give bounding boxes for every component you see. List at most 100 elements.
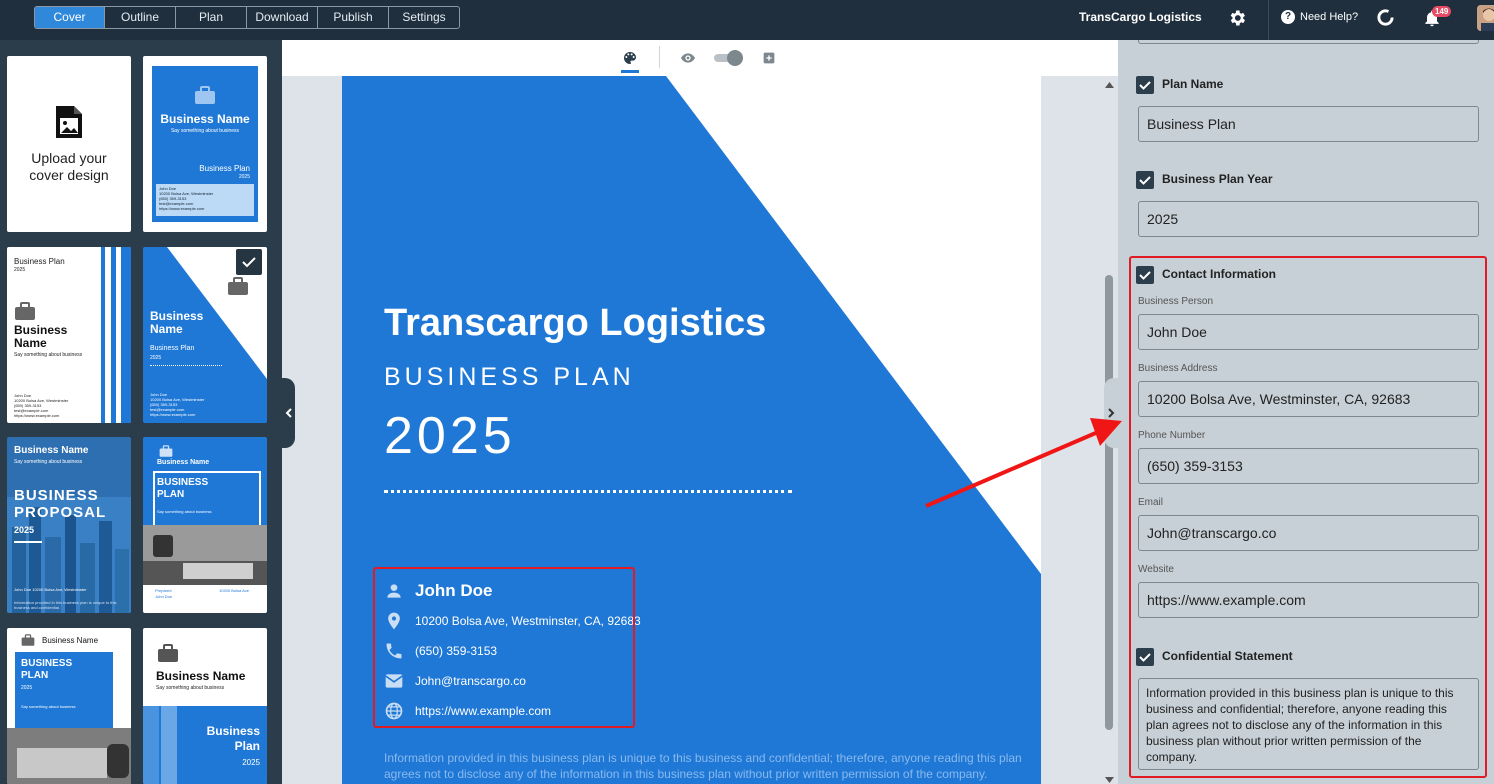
divider	[659, 46, 660, 68]
image-file-icon	[56, 106, 82, 138]
chevron-right-icon	[1108, 408, 1115, 418]
template-big-2: PLAN	[21, 670, 49, 681]
template-gallery: Upload your cover design Business Name S…	[0, 40, 282, 784]
email-input[interactable]: John@transcargo.co	[1138, 515, 1479, 551]
laptop-photo	[7, 728, 131, 784]
template-contact: John Doe 10200 Bolsa Ave, Westminster (6…	[150, 392, 204, 417]
divider	[1268, 0, 1269, 40]
dotted-rule	[150, 365, 222, 366]
cover-confidential-statement[interactable]: Information provided in this business pl…	[384, 750, 1024, 782]
rule	[14, 541, 42, 543]
scrollbar-thumb[interactable]	[1105, 275, 1113, 730]
template-card[interactable]: Business Name BUSINESS PLAN Say somethin…	[143, 437, 267, 613]
briefcase-icon	[15, 302, 35, 320]
template-card[interactable]: Business Name Say something about busine…	[7, 437, 131, 613]
confidential-checkbox[interactable]	[1136, 648, 1154, 666]
tab-plan[interactable]: Plan	[176, 7, 247, 28]
phone-number-input[interactable]: (650) 359-3153	[1138, 448, 1479, 484]
prepared-address: 10200 Bolsa Ave	[219, 588, 249, 593]
plan-name-input[interactable]: Business Plan	[1138, 106, 1479, 142]
template-card[interactable]: Business Name BUSINESS PLAN 2025 Say som…	[7, 628, 131, 784]
plan-year-checkbox[interactable]	[1136, 171, 1154, 189]
template-title: Business Name	[160, 112, 250, 126]
upload-cover-button[interactable]: Upload your cover design	[7, 56, 131, 232]
progress-ring-icon[interactable]	[1376, 8, 1395, 27]
template-year: 2025	[238, 174, 250, 180]
template-card[interactable]: Business Name Say something about busine…	[143, 56, 267, 232]
tab-settings[interactable]: Settings	[389, 7, 459, 28]
contact-name-row: John Doe	[384, 576, 641, 606]
prepared-person: John Doe	[155, 594, 173, 599]
contact-phone: (650) 359-3153	[415, 644, 498, 658]
template-big-2: PLAN	[157, 489, 185, 500]
save-box-icon[interactable]	[761, 50, 777, 66]
template-card[interactable]: Business Name Say something about busine…	[143, 628, 267, 784]
cover-contact-block[interactable]: John Doe 10200 Bolsa Ave, Westminster, C…	[384, 576, 641, 726]
template-contact: John Doe 10200 Bolsa Ave, Westminster (6…	[14, 393, 68, 418]
preview-toggle[interactable]	[714, 50, 743, 66]
stripe	[101, 247, 105, 423]
template-card[interactable]: Business Plan 2025 Business Name Say som…	[7, 247, 131, 423]
template-plan-1: Business	[206, 724, 260, 738]
template-year: 2025	[14, 525, 35, 535]
cover-title[interactable]: Transcargo Logistics	[384, 302, 766, 345]
scroll-down-arrow-icon[interactable]	[1104, 776, 1115, 784]
business-address-label: Business Address	[1138, 363, 1218, 374]
palette-icon[interactable]	[622, 50, 638, 66]
template-contact-line: https://www.example.com	[14, 413, 60, 418]
template-cover: Business Name Say something about busine…	[152, 66, 258, 222]
template-title: Business Name	[150, 309, 204, 336]
cover-subtitle[interactable]: BUSINESS PLAN	[384, 363, 635, 392]
main-tabs: Cover Outline Plan Download Publish Sett…	[34, 6, 460, 29]
briefcase-icon	[158, 644, 178, 662]
confidential-textarea[interactable]: Information provided in this business pl…	[1138, 678, 1479, 770]
cover-canvas[interactable]: Transcargo Logistics BUSINESS PLAN 2025 …	[342, 76, 1041, 784]
template-tagline: Say something about business	[170, 128, 240, 134]
collapse-right-panel-button[interactable]	[1104, 378, 1118, 448]
website-input[interactable]: https://www.example.com	[1138, 582, 1479, 618]
gear-icon[interactable]	[1227, 8, 1247, 28]
phone-number-label: Phone Number	[1138, 430, 1206, 441]
active-tool-indicator	[621, 70, 639, 73]
eye-icon[interactable]	[680, 50, 696, 66]
business-address-input[interactable]: 10200 Bolsa Ave, Westminster, CA, 92683	[1138, 381, 1479, 417]
template-year: 2025	[150, 355, 162, 361]
toggle-knob	[727, 50, 743, 66]
help-link[interactable]: ? Need Help?	[1281, 10, 1358, 24]
plan-name-label: Plan Name	[1162, 77, 1224, 91]
template-tagline: Say something about business	[156, 685, 225, 691]
contact-email-row: John@transcargo.co	[384, 666, 641, 696]
template-year: 2025	[14, 267, 26, 273]
contact-info-checkbox[interactable]	[1136, 266, 1154, 284]
company-name[interactable]: TransCargo Logistics	[1079, 10, 1202, 24]
checkmark-icon	[1139, 653, 1151, 662]
template-panel: Business Plan 2025	[143, 706, 267, 784]
contact-address: 10200 Bolsa Ave, Westminster, CA, 92683	[415, 614, 641, 628]
template-big-1: BUSINESS	[14, 487, 99, 504]
selected-check	[236, 249, 262, 275]
tab-outline[interactable]: Outline	[105, 7, 176, 28]
previous-field[interactable]	[1138, 40, 1479, 44]
contact-info-label: Contact Information	[1162, 267, 1276, 281]
tab-cover[interactable]: Cover	[35, 7, 105, 28]
user-avatar[interactable]	[1477, 5, 1494, 31]
template-year: 2025	[21, 685, 33, 691]
contact-email: John@transcargo.co	[415, 674, 526, 688]
template-top-label: Business Plan	[14, 257, 65, 266]
stripe	[121, 247, 131, 423]
plan-year-input[interactable]: 2025	[1138, 201, 1479, 237]
contact-phone-row: (650) 359-3153	[384, 636, 641, 666]
cover-year[interactable]: 2025	[384, 406, 516, 466]
scroll-up-arrow-icon[interactable]	[1104, 80, 1115, 89]
tab-download[interactable]: Download	[247, 7, 318, 28]
template-card-selected[interactable]: Business Name Business Plan 2025 John Do…	[143, 247, 267, 423]
stripe	[111, 247, 116, 423]
upload-label: Upload your cover design	[29, 150, 109, 183]
confidential-label: Confidential Statement	[1162, 649, 1293, 663]
tab-publish[interactable]: Publish	[318, 7, 389, 28]
checkmark-icon	[1139, 271, 1151, 280]
business-person-input[interactable]: John Doe	[1138, 314, 1479, 350]
plan-name-checkbox[interactable]	[1136, 76, 1154, 94]
template-contact-box: John Doe 10200 Bolsa Ave, Westminster (6…	[156, 184, 254, 216]
collapse-left-panel-button[interactable]	[282, 378, 295, 448]
